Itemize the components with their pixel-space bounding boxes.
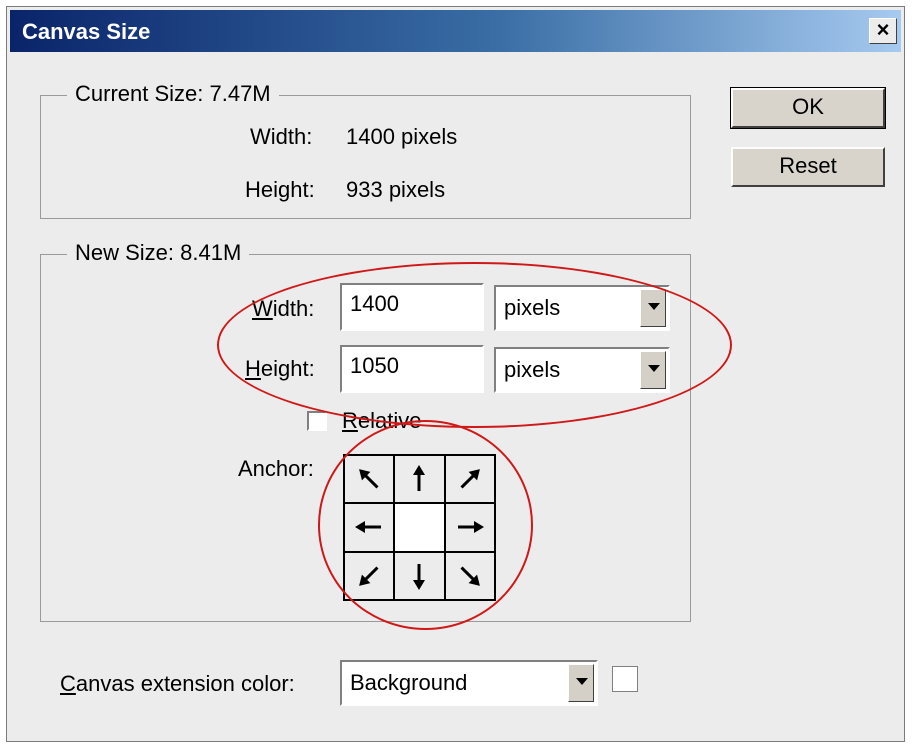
close-button[interactable]: × bbox=[869, 18, 897, 44]
arrow-left-icon bbox=[355, 521, 382, 534]
extension-dropdown-icon[interactable] bbox=[568, 664, 594, 702]
height-label-rest: eight: bbox=[260, 356, 315, 381]
anchor-center[interactable] bbox=[394, 503, 445, 552]
extension-mnemonic: C bbox=[60, 671, 76, 696]
relative-label[interactable]: Relative bbox=[342, 408, 421, 434]
current-width-value: 1400 pixels bbox=[346, 124, 458, 149]
height-unit-value: pixels bbox=[504, 357, 561, 382]
new-height-label: Height: bbox=[245, 356, 315, 382]
new-width-input[interactable]: 1400 bbox=[340, 283, 484, 331]
anchor-left[interactable] bbox=[344, 503, 395, 552]
extension-color-select[interactable]: Background bbox=[340, 660, 598, 706]
anchor-bottom-left[interactable] bbox=[344, 551, 395, 600]
current-size-legend: Current Size: 7.47M bbox=[67, 81, 279, 107]
arrow-up-left-icon bbox=[359, 469, 379, 489]
window-title: Canvas Size bbox=[22, 19, 151, 44]
relative-mnemonic: R bbox=[342, 408, 358, 433]
new-width-label: Width: bbox=[252, 296, 314, 322]
width-unit-value: pixels bbox=[504, 295, 561, 320]
anchor-top-right[interactable] bbox=[444, 455, 495, 504]
width-unit-select[interactable]: pixels bbox=[494, 285, 670, 331]
height-unit-select[interactable]: pixels bbox=[494, 347, 670, 393]
height-unit-dropdown-icon[interactable] bbox=[640, 351, 666, 389]
arrow-up-right-icon bbox=[460, 469, 480, 489]
title-bar: Canvas Size × bbox=[10, 10, 901, 52]
width-label-rest: idth: bbox=[272, 296, 315, 321]
anchor-top[interactable] bbox=[394, 455, 445, 504]
anchor-bottom-right[interactable] bbox=[444, 551, 495, 600]
relative-checkbox[interactable] bbox=[307, 411, 327, 431]
width-unit-dropdown-icon[interactable] bbox=[640, 289, 666, 327]
reset-button[interactable]: Reset bbox=[731, 147, 885, 187]
anchor-right[interactable] bbox=[444, 503, 495, 552]
height-mnemonic: H bbox=[245, 356, 261, 381]
current-height-value: 933 pixels bbox=[346, 177, 446, 202]
anchor-bottom[interactable] bbox=[394, 551, 445, 600]
new-size-legend: New Size: 8.41M bbox=[67, 240, 250, 266]
anchor-top-left[interactable] bbox=[344, 455, 395, 504]
anchor-grid bbox=[343, 454, 496, 601]
current-width-label: Width: bbox=[250, 124, 313, 149]
extension-color-label: Canvas extension color: bbox=[60, 671, 295, 697]
new-height-input[interactable]: 1050 bbox=[340, 345, 484, 393]
relative-label-rest: elative bbox=[357, 408, 422, 433]
extension-label-rest: anvas extension color: bbox=[75, 671, 295, 696]
current-height-label: Height: bbox=[245, 177, 315, 202]
extension-color-value: Background bbox=[350, 670, 468, 695]
arrow-down-left-icon bbox=[359, 566, 379, 586]
extension-color-swatch[interactable] bbox=[612, 666, 638, 692]
arrow-down-right-icon bbox=[460, 566, 480, 586]
arrow-right-icon bbox=[457, 521, 484, 534]
arrow-up-icon bbox=[413, 465, 426, 492]
ok-button[interactable]: OK bbox=[730, 87, 886, 129]
width-mnemonic: W bbox=[252, 296, 273, 321]
anchor-label: Anchor: bbox=[238, 456, 314, 481]
arrow-down-icon bbox=[413, 563, 426, 590]
